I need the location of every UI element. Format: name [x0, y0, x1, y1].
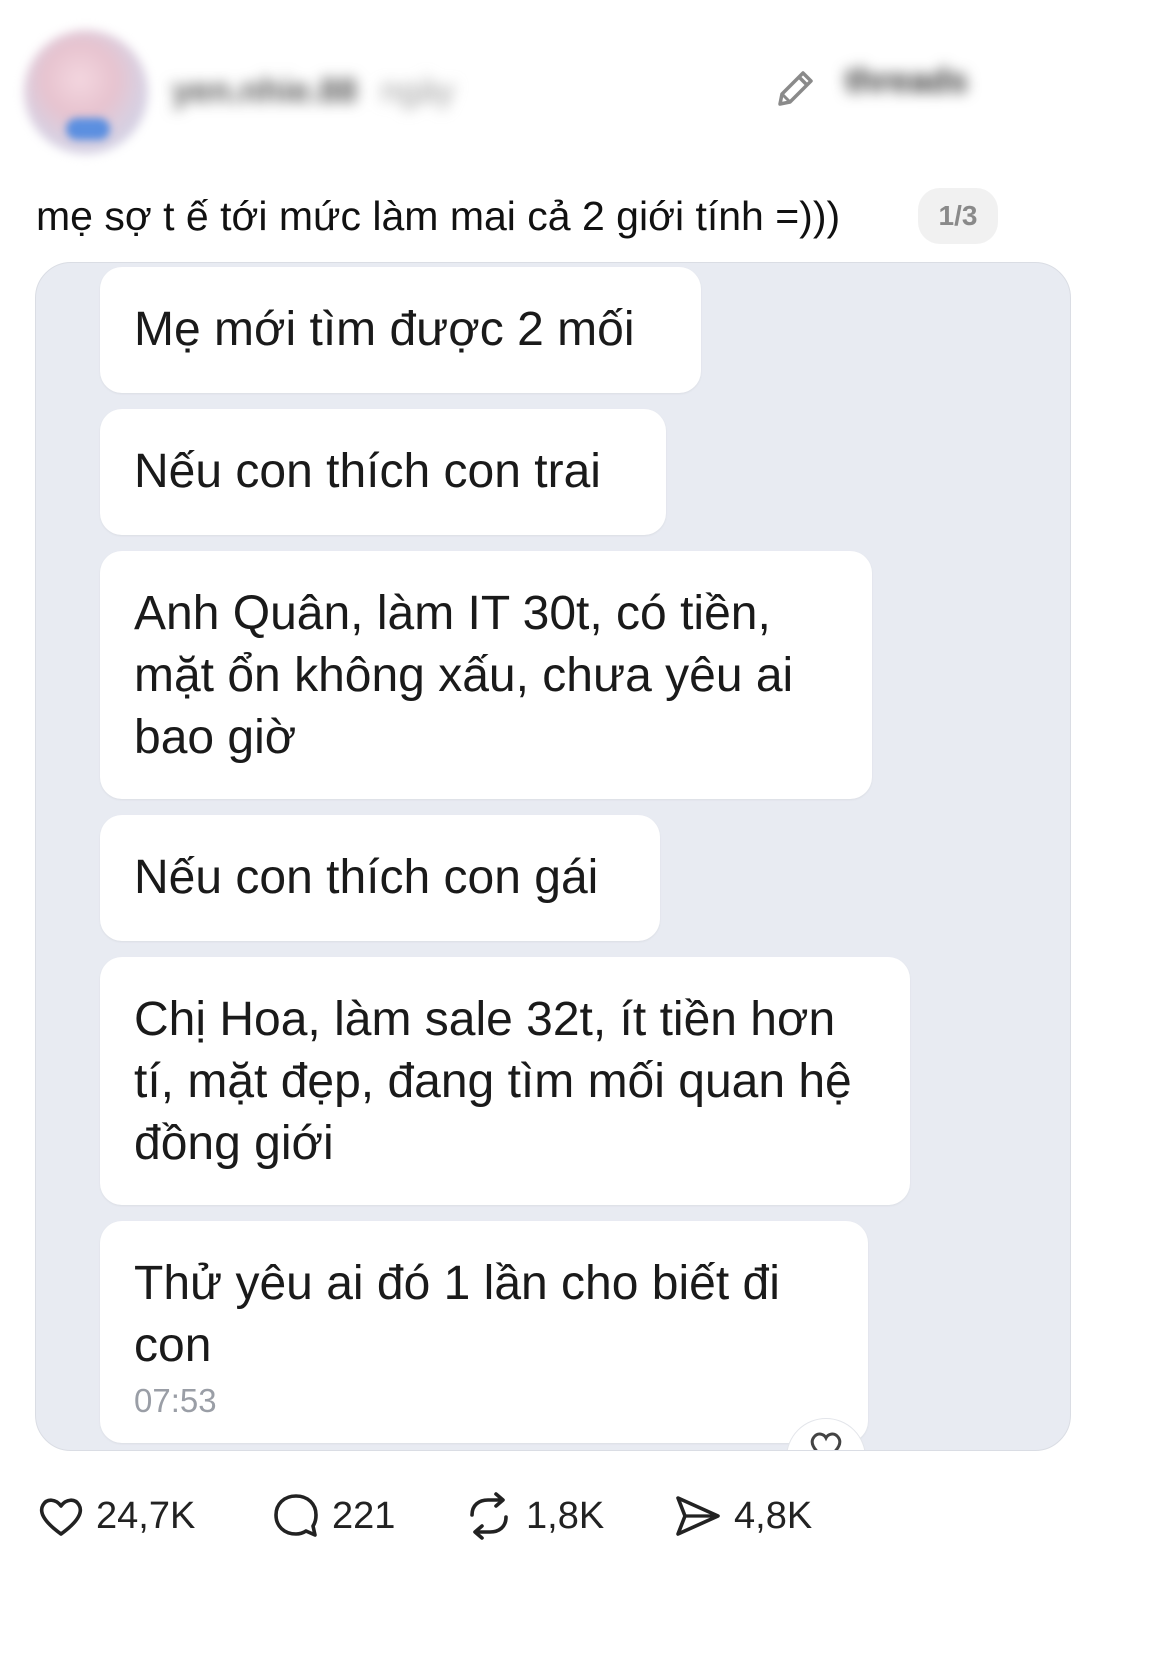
post-image[interactable]: Mẹ mới tìm được 2 mối Nếu con thích con … — [35, 262, 1071, 1451]
post-caption: mẹ sợ t ế tới mức làm mai cả 2 giới tính… — [36, 193, 841, 239]
action-bar: 24,7K 221 1,8K 4,8K — [0, 1480, 1170, 1560]
message-text: Anh Quân, làm IT 30t, có tiền, mặt ổn kh… — [134, 587, 794, 764]
post-header: yen.nhie.88 ngày threads — [0, 0, 1170, 170]
like-button[interactable]: 24,7K — [36, 1480, 195, 1552]
username-text[interactable]: yen.nhie.88 — [172, 72, 357, 110]
message-time: 07:53 — [134, 1382, 217, 1419]
like-count: 24,7K — [96, 1494, 196, 1537]
threads-link[interactable]: threads — [845, 62, 1077, 118]
threads-label[interactable]: threads — [845, 62, 968, 100]
pencil-icon[interactable] — [768, 62, 822, 116]
chat-bubble: Thử yêu ai đó 1 lần cho biết đi con 07:5… — [100, 1221, 868, 1443]
heart-icon — [810, 1432, 842, 1450]
message-text: Nếu con thích con gái — [134, 851, 599, 904]
message-text: Thử yêu ai đó 1 lần cho biết đi con — [134, 1257, 780, 1372]
share-count: 4,8K — [734, 1494, 813, 1537]
comment-icon — [274, 1494, 318, 1537]
message-text: Mẹ mới tìm được 2 mối — [134, 303, 635, 356]
repost-count: 1,8K — [526, 1494, 605, 1537]
username[interactable]: yen.nhie.88 ngày — [172, 72, 552, 112]
comment-count: 221 — [332, 1494, 396, 1537]
message-text: Chị Hoa, làm sale 32t, ít tiền hơn tí, m… — [134, 993, 852, 1170]
chat-bubble: Nếu con thích con gái — [100, 815, 660, 941]
chat-bubble: Anh Quân, làm IT 30t, có tiền, mặt ổn kh… — [100, 551, 872, 799]
repost-icon — [470, 1492, 508, 1540]
chat-bubble: Mẹ mới tìm được 2 mối — [100, 267, 701, 393]
chat-bubble: Chị Hoa, làm sale 32t, ít tiền hơn tí, m… — [100, 957, 910, 1205]
heart-icon — [39, 1498, 83, 1536]
message-text: Nếu con thích con trai — [134, 445, 601, 498]
post-time: ngày — [380, 72, 455, 110]
send-icon — [676, 1496, 720, 1536]
repost-button[interactable]: 1,8K — [462, 1480, 604, 1552]
chat-bubble: Nếu con thích con trai — [100, 409, 666, 535]
comment-button[interactable]: 221 — [270, 1480, 395, 1552]
share-button[interactable]: 4,8K — [672, 1480, 812, 1552]
image-counter: 1/3 — [918, 188, 998, 244]
avatar-badge — [66, 118, 110, 140]
